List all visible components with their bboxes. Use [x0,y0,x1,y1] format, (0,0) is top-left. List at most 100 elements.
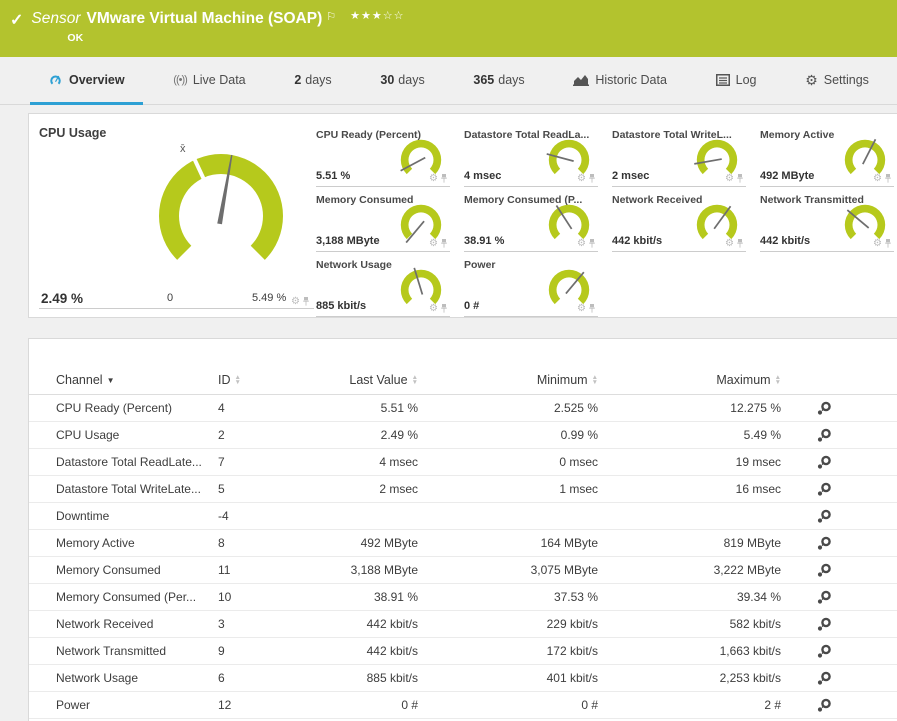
tab-label: days [305,72,332,87]
channel-settings-icon[interactable] [816,482,832,497]
cell-maximum: 5.49 % [743,428,781,442]
gauge-settings-gear-icon[interactable]: ⚙ [725,238,734,249]
gauge-max-label: 5.49 % [252,292,287,304]
cell-minimum: 0.99 % [560,428,598,442]
tab-log[interactable]: Log [698,57,775,105]
status-badge: OK [67,32,84,44]
gauge-settings-gear-icon[interactable]: ⚙ [291,296,300,307]
column-header-maximum[interactable]: Maximum ▲ ▼ [598,373,781,387]
column-header-minimum[interactable]: Minimum ▲ ▼ [418,373,598,387]
channel-settings-icon[interactable] [816,536,832,551]
cell-last-value: 0 # [401,698,418,712]
table-row[interactable]: CPU Usage 2 2.49 % 0.99 % 5.49 % [29,422,897,449]
table-row[interactable]: Network Received 3 442 kbit/s 229 kbit/s… [29,611,897,638]
pin-icon[interactable] [736,238,744,249]
channel-gauge[interactable]: Power 0 # ⚙ [464,252,598,317]
cell-minimum: 164 MByte [540,536,598,550]
pin-icon[interactable] [588,238,596,249]
channel-settings-icon[interactable] [816,509,832,524]
cell-id: 7 [218,455,225,469]
cell-channel: Memory Active [56,536,135,550]
gauge-current-value: 2 msec [612,170,650,182]
channel-gauge[interactable]: Datastore Total WriteL... 2 msec ⚙ [612,122,746,187]
gauge-settings-gear-icon[interactable]: ⚙ [577,238,586,249]
tab-historic-data[interactable]: Historic Data [555,57,685,105]
gauge-current-value: 4 msec [464,170,502,182]
column-header-channel[interactable]: Channel ▼ [56,373,218,387]
cell-minimum: 3,075 MByte [530,563,598,577]
tab-2-days[interactable]: 2 days [276,57,349,105]
gauge-settings-gear-icon[interactable]: ⚙ [725,173,734,184]
cell-id: 12 [218,698,232,712]
channel-gauge[interactable]: Memory Consumed 3,188 MByte ⚙ [316,187,450,252]
table-row[interactable]: Datastore Total ReadLate... 7 4 msec 0 m… [29,449,897,476]
gauge-settings-gear-icon[interactable]: ⚙ [429,238,438,249]
tab-30-days[interactable]: 30 days [362,57,442,105]
cell-minimum: 172 kbit/s [546,644,598,658]
channel-settings-icon[interactable] [816,428,832,443]
cell-id: 8 [218,536,225,550]
table-row[interactable]: Memory Active 8 492 MByte 164 MByte 819 … [29,530,897,557]
pin-icon[interactable] [588,303,596,314]
table-row[interactable]: Memory Consumed (Per... 10 38.91 % 37.53… [29,584,897,611]
pin-icon[interactable] [440,238,448,249]
channel-gauge[interactable]: Memory Consumed (P... 38.91 % ⚙ [464,187,598,252]
gauge-settings-gear-icon[interactable]: ⚙ [873,173,882,184]
channel-settings-icon[interactable] [816,563,832,578]
table-row[interactable]: Power 12 0 # 0 # 2 # [29,692,897,719]
tab-settings[interactable]: ⚙ Settings [787,57,887,105]
gauge-settings-gear-icon[interactable]: ⚙ [577,173,586,184]
flag-icon[interactable]: ⚐ [326,7,336,27]
cell-minimum: 229 kbit/s [546,617,598,631]
gauge-settings-gear-icon[interactable]: ⚙ [429,303,438,314]
pin-icon[interactable] [440,303,448,314]
channel-settings-icon[interactable] [816,401,832,416]
table-row[interactable]: Network Usage 6 885 kbit/s 401 kbit/s 2,… [29,665,897,692]
tab-live-data[interactable]: ((•)) Live Data [155,57,263,105]
cell-minimum: 1 msec [559,482,598,496]
average-marker: x̄ [180,143,186,155]
priority-stars[interactable]: ★★★☆☆ [350,6,404,26]
pin-icon[interactable] [884,173,892,184]
column-header-id[interactable]: ID ▲ ▼ [218,373,288,387]
tab-label: Log [735,72,757,87]
channel-settings-icon[interactable] [816,455,832,470]
tab-label: days [498,72,525,87]
channel-settings-icon[interactable] [816,590,832,605]
channel-settings-icon[interactable] [816,644,832,659]
tab-overview[interactable]: Overview [30,57,143,105]
gauge-current-value: 492 MByte [760,170,815,182]
column-header-last-value[interactable]: Last Value ▲ ▼ [288,373,418,387]
table-row[interactable]: Network Transmitted 9 442 kbit/s 172 kbi… [29,638,897,665]
channel-settings-icon[interactable] [816,671,832,686]
pin-icon[interactable] [302,296,310,307]
channel-settings-icon[interactable] [816,698,832,713]
channel-gauge[interactable]: Network Transmitted 442 kbit/s ⚙ [760,187,894,252]
gauge-settings-gear-icon[interactable]: ⚙ [577,303,586,314]
tab-365-days[interactable]: 365 days [455,57,542,105]
column-label: Maximum [716,372,771,387]
gauge-settings-gear-icon[interactable]: ⚙ [429,173,438,184]
gauge-current-value: 38.91 % [464,235,505,247]
channel-gauge[interactable]: Network Received 442 kbit/s ⚙ [612,187,746,252]
table-row[interactable]: Datastore Total WriteLate... 5 2 msec 1 … [29,476,897,503]
channel-settings-icon[interactable] [816,617,832,632]
table-row[interactable]: CPU Ready (Percent) 4 5.51 % 2.525 % 12.… [29,395,897,422]
table-row[interactable]: Downtime -4 [29,503,897,530]
pin-icon[interactable] [736,173,744,184]
cell-last-value: 492 MByte [360,536,418,550]
pin-icon[interactable] [440,173,448,184]
pin-icon[interactable] [588,173,596,184]
cell-channel: CPU Usage [56,428,120,442]
cell-id: 5 [218,482,225,496]
cell-maximum: 582 kbit/s [729,617,781,631]
cell-id: 6 [218,671,225,685]
gauge-settings-gear-icon[interactable]: ⚙ [873,238,882,249]
channel-gauge[interactable]: CPU Ready (Percent) 5.51 % ⚙ [316,122,450,187]
channel-gauge[interactable]: Datastore Total ReadLa... 4 msec ⚙ [464,122,598,187]
channel-gauge[interactable]: Network Usage 885 kbit/s ⚙ [316,252,450,317]
cell-maximum: 1,663 kbit/s [719,644,781,658]
table-row[interactable]: Memory Consumed 11 3,188 MByte 3,075 MBy… [29,557,897,584]
channel-gauge[interactable]: Memory Active 492 MByte ⚙ [760,122,894,187]
pin-icon[interactable] [884,238,892,249]
